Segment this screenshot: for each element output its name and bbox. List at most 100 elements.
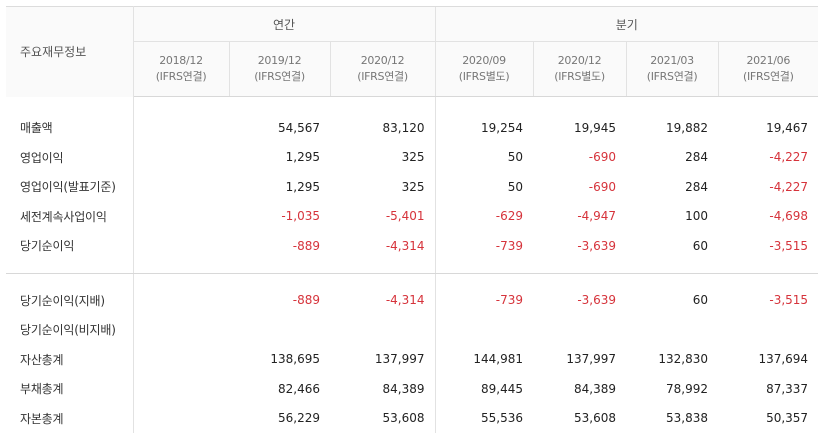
cell-value: -889 [292, 293, 320, 308]
table-row: 당기순이익 -889 -4,314 -739 -3,639 60 -3,515 [6, 231, 818, 274]
cell-value: 56,229 [278, 411, 320, 426]
cell-value: 325 [401, 179, 425, 194]
cell-value: 55,536 [434, 403, 534, 433]
cell-value: 100 [685, 209, 709, 224]
cell-value [626, 315, 718, 345]
cell-value: 50 [434, 172, 534, 202]
period-basis: (IFRS연결) [742, 70, 794, 83]
period-basis: (IFRS별도) [554, 70, 605, 83]
period-date: 2020/12 [557, 54, 602, 67]
cell-value: 60 [626, 231, 719, 274]
period-header: 2020/12 (IFRS연결) [329, 41, 436, 97]
cell-value: -3,639 [577, 293, 617, 308]
table-corner-label: 주요재무정보 [6, 6, 134, 97]
table-body: 매출액 54,567 83,120 19,254 19,945 19,882 19,467 영… [6, 96, 818, 433]
cell-value: 284 [685, 150, 709, 165]
period-date: 2018/12 [159, 54, 203, 67]
cell-value: 53,608 [382, 411, 425, 426]
cell-value: -3,515 [718, 231, 818, 274]
table-row: 당기순이익(지배) -889 -4,314 -739 -3,639 60 -3,515 [6, 273, 818, 315]
period-header: 2021/06 (IFRS연결) [717, 41, 818, 97]
cell-value [533, 315, 626, 345]
period-date: 2020/12 [360, 54, 405, 67]
cell-value: 53,838 [666, 411, 709, 426]
cell-value: 284 [685, 179, 709, 194]
row-label: 영업이익 [20, 150, 64, 165]
row-label: 매출액 [20, 121, 53, 135]
row-label: 세전계속사업이익 [20, 209, 107, 224]
cell-value: -3,639 [533, 231, 627, 274]
table-row: 매출액 54,567 83,120 19,254 19,945 19,882 19,467 [6, 96, 818, 143]
cell-value: 144,981 [434, 344, 534, 374]
cell-value: -4,698 [769, 209, 809, 224]
cell-value [132, 201, 229, 231]
cell-value: 137,997 [374, 352, 425, 367]
cell-value: -739 [434, 273, 534, 315]
period-header: 2020/09 (IFRS별도) [434, 41, 534, 97]
cell-value [132, 231, 229, 274]
cell-value [330, 315, 435, 345]
cell-value: 1,295 [285, 150, 320, 165]
cell-value: -4,227 [769, 179, 809, 194]
cell-value: 50 [434, 142, 534, 172]
cell-value: -629 [434, 201, 534, 231]
period-header: 2020/12 (IFRS별도) [532, 41, 627, 97]
cell-value [132, 374, 229, 404]
cell-value: -690 [588, 150, 617, 165]
cell-value: -5,401 [385, 209, 425, 224]
cell-value: -889 [229, 231, 330, 274]
row-label: 자본총계 [20, 411, 64, 426]
cell-value: -4,947 [577, 209, 617, 224]
cell-value [132, 273, 229, 315]
row-label: 당기순이익 [6, 231, 133, 274]
financial-table: 주요재무정보 연간 분기 2018/12 (IFRS연결) 2019/12 (IFRS… [6, 6, 818, 433]
cell-value: 19,254 [434, 96, 534, 143]
cell-value: 83,120 [382, 120, 425, 135]
cell-value: -4,314 [385, 293, 425, 308]
group-header-quarterly: 분기 [434, 6, 818, 42]
row-label: 자산총계 [20, 352, 64, 367]
row-label: 영업이익(발표기준) [20, 180, 116, 195]
period-date: 2019/12 [257, 54, 302, 67]
cell-value: 87,337 [766, 381, 809, 396]
cell-value [132, 344, 229, 374]
table-row: 영업이익(발표기준) 1,295 325 50 -690 284 -4,227 [6, 172, 818, 202]
cell-value: 50,357 [766, 411, 809, 426]
period-date: 2021/03 [650, 54, 694, 67]
cell-value [132, 403, 229, 433]
cell-value: 137,997 [566, 352, 617, 367]
table-row: 자본총계 56,229 53,608 55,536 53,608 53,838 50,357 [6, 403, 818, 433]
cell-value [132, 315, 229, 345]
cell-value: 54,567 [278, 120, 320, 135]
period-date: 2020/09 [462, 54, 506, 67]
cell-value: -690 [588, 179, 617, 194]
cell-value: 138,695 [270, 352, 320, 367]
period-header: 2018/12 (IFRS연결) [132, 41, 229, 97]
row-label: 부채총계 [20, 382, 64, 397]
cell-value: 19,945 [574, 120, 617, 135]
table-row: 영업이익 1,295 325 50 -690 284 -4,227 [6, 142, 818, 172]
period-basis: (IFRS연결) [357, 70, 408, 83]
cell-value: 82,466 [278, 381, 320, 396]
cell-value: 137,694 [758, 352, 809, 367]
cell-value: 19,467 [766, 120, 809, 135]
cell-value: 1,295 [285, 179, 320, 194]
group-header-annual: 연간 [133, 6, 436, 42]
table-row: 세전계속사업이익 -1,035 -5,401 -629 -4,947 100 -4,698 [6, 201, 818, 231]
cell-value: -739 [434, 231, 534, 274]
cell-value: 89,445 [434, 374, 534, 404]
period-basis: (IFRS연결) [254, 70, 305, 83]
period-date: 2021/06 [746, 54, 791, 67]
cell-value: 78,992 [666, 381, 709, 396]
period-basis: (IFRS연결) [155, 70, 207, 83]
table-row: 부채총계 82,466 84,389 89,445 84,389 78,992 87,337 [6, 374, 818, 404]
period-header: 2019/12 (IFRS연결) [228, 41, 330, 97]
row-label: 당기순이익(비지배) [20, 323, 116, 338]
cell-value [718, 315, 818, 345]
table-row: 자산총계 138,695 137,997 144,981 137,997 132,830 1… [6, 344, 818, 374]
period-basis: (IFRS연결) [646, 70, 698, 83]
cell-value [434, 315, 534, 345]
cell-value: 53,608 [574, 411, 617, 426]
cell-value: 60 [692, 293, 709, 308]
cell-value: -3,515 [769, 293, 809, 308]
